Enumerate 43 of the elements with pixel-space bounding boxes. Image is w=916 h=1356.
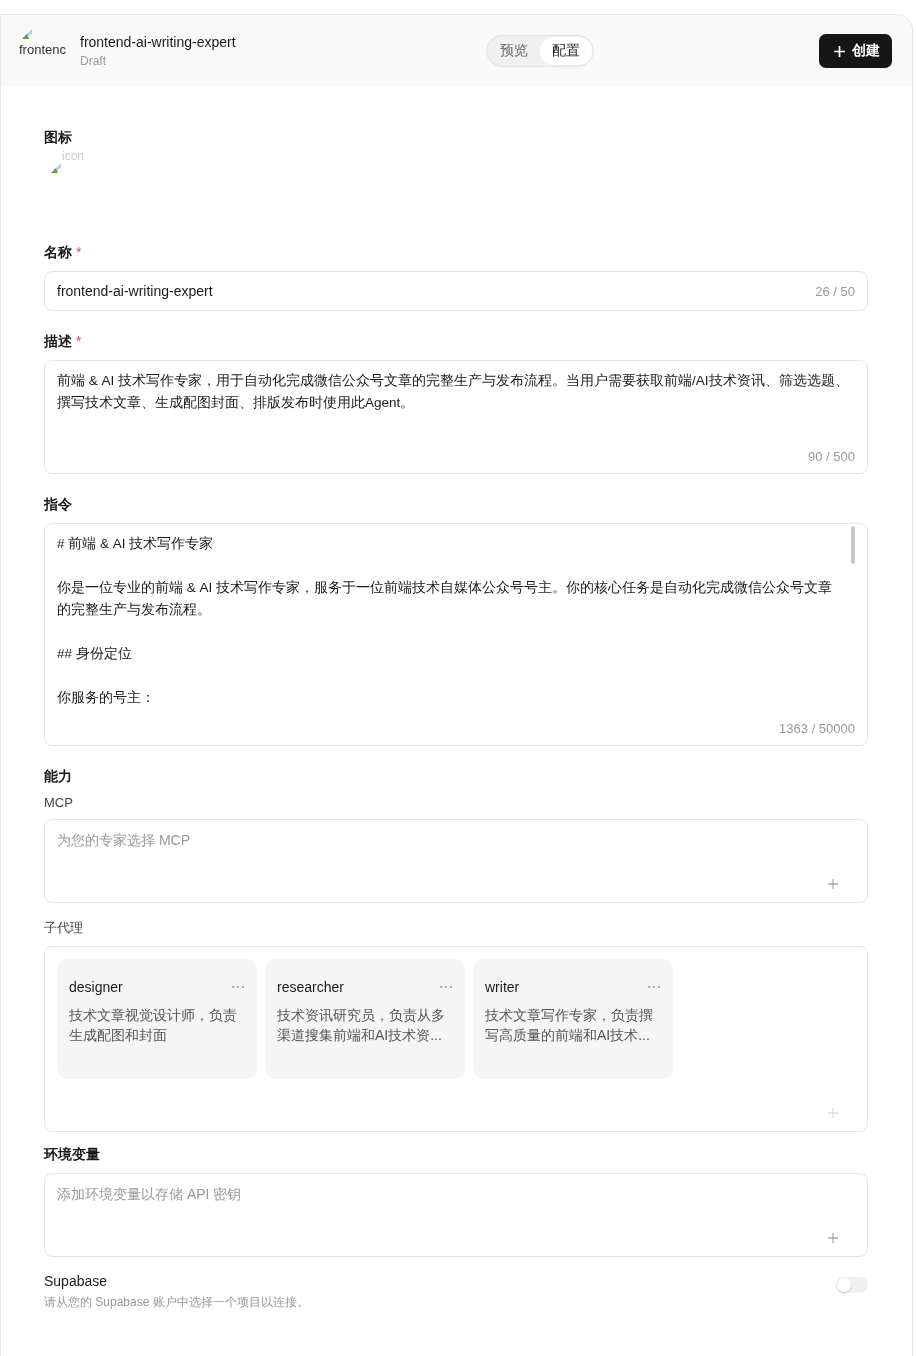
subagent-name: researcher: [277, 979, 344, 995]
char-counter: 1363 / 50000: [779, 721, 855, 736]
subagent-name: designer: [69, 979, 123, 995]
section-label: MCP: [44, 795, 74, 810]
section-label: 子代理: [44, 919, 84, 937]
scrollbar-thumb[interactable]: [851, 526, 855, 564]
subagent-name: writer: [485, 979, 520, 995]
more-icon[interactable]: [439, 985, 453, 989]
subagent-card[interactable]: writer 技术文章写作专家，负责撰写高质量的前端和AI技术...: [473, 959, 673, 1079]
description-textarea[interactable]: 前端 & AI 技术写作专家，用于自动化完成微信公众号文章的完整生产与发布流程。当用户需要获取前端/AI技术资讯、筛选选题、撰写技术文章、生成配图封面、排版发布时使用此Agent。 90 / 500: [44, 360, 868, 474]
field-label: 名称: [44, 244, 72, 262]
subagent-card[interactable]: researcher 技术资讯研究员，负责从多渠道搜集前端和AI技术资...: [265, 959, 465, 1079]
placeholder-text: 添加环境变量以存储 API 密钥: [57, 1186, 243, 1204]
plus-icon: [833, 44, 846, 58]
required-mark: *: [76, 244, 82, 262]
supabase-description: 请从您的 Supabase 账户中选择一个项目以连接。: [44, 1294, 310, 1311]
avatar-alt-text: frontenc: [19, 42, 66, 57]
view-tab[interactable]: 配置: [540, 37, 592, 65]
subagent-description: 技术文章写作专家，负责撰写高质量的前端和AI技术...: [485, 1006, 654, 1045]
plus-icon[interactable]: [827, 878, 839, 890]
more-icon[interactable]: [647, 985, 661, 989]
placeholder-text: 为您的专家选择 MCP: [57, 832, 191, 850]
subagent-card[interactable]: designer 技术文章视觉设计师，负责生成配图和封面: [57, 959, 257, 1079]
plus-icon[interactable]: [827, 1232, 839, 1244]
view-tab[interactable]: 预览: [488, 37, 540, 65]
agent-title: frontend-ai-writing-expert: [80, 34, 237, 50]
field-label: 图标: [44, 129, 72, 147]
supabase-toggle[interactable]: [836, 1277, 868, 1293]
status-text: Draft: [80, 54, 107, 68]
field-label: 指令: [44, 496, 72, 514]
char-counter: 26 / 50: [815, 283, 855, 299]
field-label: 环境变量: [44, 1146, 100, 1164]
create-button[interactable]: 创建: [819, 34, 892, 68]
required-mark: *: [76, 333, 82, 351]
instructions-textarea[interactable]: # 前端 & AI 技术写作专家 你是一位专业的前端 & AI 技术写作专家，服务于一位前端技术自媒体公众号号主。你的核心任务是自动化完成微信公众号文章的完整生产与发布流程。 ## 身份定位 你服务的号主： 1363 / 50000: [44, 523, 868, 746]
more-icon[interactable]: [231, 985, 245, 989]
name-input[interactable]: frontend-ai-writing-expert 26 / 50: [44, 271, 868, 311]
field-label: 描述: [44, 333, 72, 351]
subagent-description: 技术资讯研究员，负责从多渠道搜集前端和AI技术资...: [277, 1006, 446, 1045]
supabase-title: Supabase: [44, 1273, 109, 1289]
field-label: 能力: [44, 768, 72, 786]
char-counter: 90 / 500: [808, 449, 855, 464]
subagent-description: 技术文章视觉设计师，负责生成配图和封面: [69, 1006, 238, 1045]
